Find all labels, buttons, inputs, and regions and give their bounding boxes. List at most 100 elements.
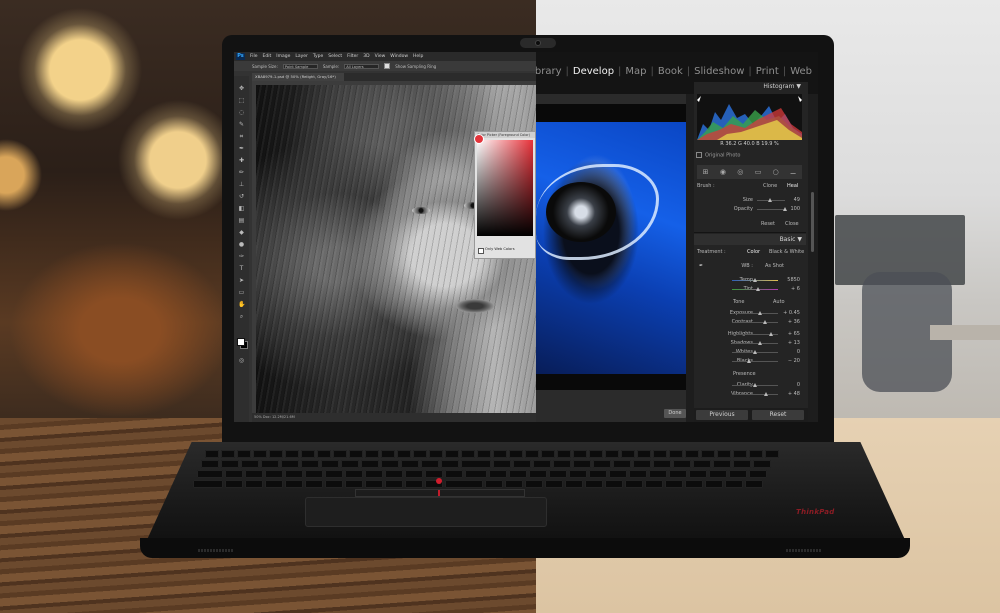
key[interactable] (613, 460, 631, 468)
menu-select[interactable]: Select (328, 54, 342, 59)
key[interactable] (461, 450, 475, 458)
key[interactable] (637, 450, 651, 458)
shape-tool-icon[interactable]: ▭ (238, 290, 245, 296)
key[interactable] (477, 450, 491, 458)
exposure-slider[interactable]: Exposure + 0.45 (697, 309, 802, 317)
menu-layer[interactable]: Layer (295, 54, 308, 59)
key[interactable] (609, 470, 627, 478)
key[interactable] (461, 460, 491, 468)
key[interactable] (281, 460, 299, 468)
key[interactable] (509, 470, 527, 478)
marquee-tool-icon[interactable]: ⬚ (238, 98, 245, 104)
menu-file[interactable]: File (250, 54, 258, 59)
key[interactable] (749, 450, 763, 458)
module-map[interactable]: Map (621, 66, 650, 77)
key[interactable] (429, 450, 443, 458)
stamp-tool-icon[interactable]: ⊥ (238, 182, 245, 188)
key[interactable] (285, 470, 303, 478)
key[interactable] (301, 450, 315, 458)
key[interactable] (653, 460, 671, 468)
foreground-color-swatch[interactable] (237, 338, 245, 346)
module-develop[interactable]: Develop (569, 66, 618, 77)
key[interactable] (621, 450, 635, 458)
key[interactable] (325, 480, 343, 488)
key[interactable] (553, 460, 571, 468)
sampling-ring-checkbox[interactable] (384, 63, 391, 69)
key[interactable] (673, 460, 691, 468)
temp-thumb[interactable] (753, 278, 757, 282)
module-print[interactable]: Print (752, 66, 783, 77)
key[interactable] (345, 480, 363, 488)
menu-type[interactable]: Type (313, 54, 323, 59)
treatment-bw-button[interactable]: Black & White (769, 248, 804, 256)
menu-window[interactable]: Window (390, 54, 408, 59)
key[interactable] (305, 470, 323, 478)
key[interactable] (421, 460, 439, 468)
key[interactable] (365, 450, 379, 458)
key[interactable] (325, 470, 343, 478)
lr-panel-scrollbar[interactable] (811, 192, 814, 252)
key[interactable] (333, 450, 347, 458)
reset-button[interactable]: Reset (752, 410, 804, 420)
key[interactable] (605, 450, 619, 458)
blacks-thumb[interactable] (747, 359, 751, 363)
key[interactable] (725, 480, 743, 488)
key[interactable] (557, 450, 571, 458)
key[interactable] (505, 480, 523, 488)
whites-slider[interactable]: Whites 0 (697, 348, 802, 356)
key[interactable] (445, 450, 459, 458)
key[interactable] (445, 470, 463, 478)
key[interactable] (493, 460, 511, 468)
key[interactable] (573, 450, 587, 458)
key[interactable] (693, 460, 711, 468)
key[interactable] (589, 470, 607, 478)
dodge-tool-icon[interactable]: ● (238, 242, 245, 248)
web-colors-checkbox[interactable] (478, 248, 484, 254)
key[interactable] (765, 450, 779, 458)
key[interactable] (197, 470, 223, 478)
key[interactable] (573, 460, 591, 468)
histogram-header[interactable]: Histogram ▼ (694, 82, 804, 92)
module-web[interactable]: Web (786, 66, 816, 77)
key[interactable] (397, 450, 411, 458)
menu-filter[interactable]: Filter (347, 54, 358, 59)
key[interactable] (549, 470, 567, 478)
key[interactable] (193, 480, 223, 488)
vibrance-slider[interactable]: Vibrance + 48 (697, 390, 802, 398)
key[interactable] (413, 450, 427, 458)
key[interactable] (205, 450, 219, 458)
key[interactable] (405, 480, 423, 488)
tone-auto-button[interactable]: Auto (773, 298, 785, 306)
wb-select[interactable]: As Shot (765, 262, 784, 270)
key[interactable] (285, 480, 303, 488)
contrast-slider[interactable]: Contrast + 36 (697, 318, 802, 326)
menu-image[interactable]: Image (276, 54, 290, 59)
move-tool-icon[interactable]: ✥ (238, 86, 245, 92)
contrast-thumb[interactable] (763, 320, 767, 324)
basic-panel-header[interactable]: Basic ▼ (694, 234, 806, 245)
temp-slider[interactable]: Temp 5850 (697, 276, 802, 284)
key[interactable] (705, 480, 723, 488)
key[interactable] (485, 480, 503, 488)
done-button[interactable]: Done (664, 409, 686, 418)
whites-thumb[interactable] (753, 350, 757, 354)
key[interactable] (349, 450, 363, 458)
key[interactable] (245, 480, 263, 488)
key[interactable] (225, 470, 243, 478)
lr-photo-frame[interactable] (536, 104, 686, 390)
wb-eyedropper-icon[interactable]: ✒ (699, 262, 703, 270)
gradient-tool-icon[interactable]: ▤ (238, 218, 245, 224)
eraser-tool-icon[interactable]: ◧ (238, 206, 245, 212)
key[interactable] (625, 480, 643, 488)
key[interactable] (385, 470, 403, 478)
tint-slider[interactable]: Tint + 6 (697, 285, 802, 293)
key[interactable] (713, 460, 731, 468)
color-sample-ring[interactable] (474, 134, 484, 144)
key[interactable] (221, 450, 235, 458)
key[interactable] (645, 480, 663, 488)
blur-tool-icon[interactable]: ◆ (238, 230, 245, 236)
history-brush-icon[interactable]: ↺ (238, 194, 245, 200)
key[interactable] (317, 450, 331, 458)
key[interactable] (733, 450, 747, 458)
shadows-slider[interactable]: Shadows + 13 (697, 339, 802, 347)
